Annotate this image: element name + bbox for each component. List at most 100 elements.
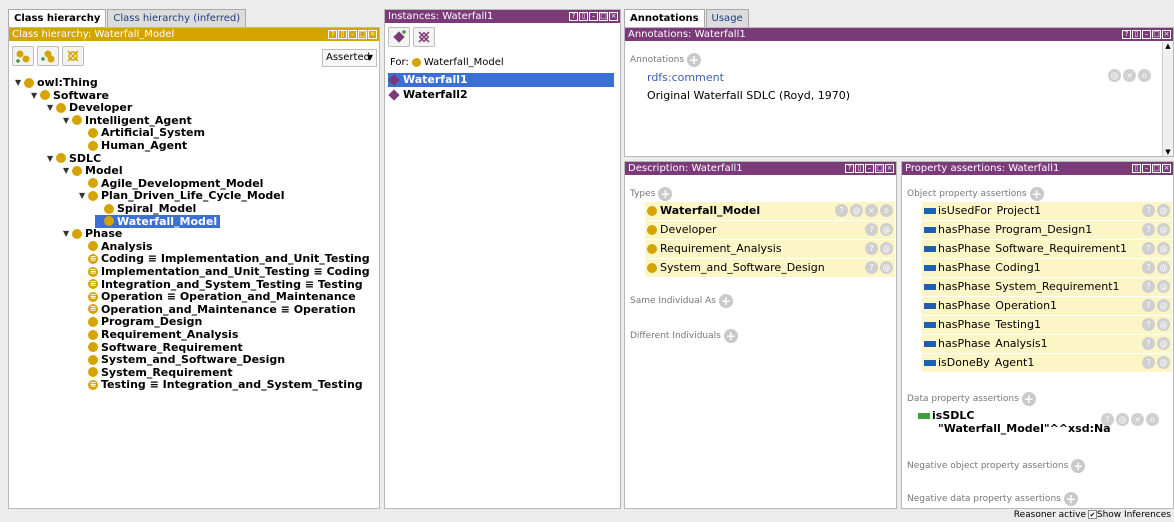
add-different-individual-button[interactable]: +: [723, 329, 738, 343]
help-button[interactable]: ?: [328, 30, 337, 39]
tab-class-hierarchy[interactable]: Class hierarchy: [8, 9, 107, 27]
tree-node[interactable]: ≡ Operation_and_Maintenance ≡ Operation: [79, 303, 356, 316]
object-property-explain-button[interactable]: ?: [1142, 318, 1155, 331]
tree-node[interactable]: ▼ Intelligent_Agent: [63, 114, 192, 127]
show-inferences-checkbox[interactable]: ✔: [1088, 510, 1097, 519]
object-property-row[interactable]: hasPhase Coding1? @: [922, 259, 1172, 277]
maximize-button[interactable]: □: [358, 30, 367, 39]
asserted-dropdown[interactable]: Asserted ▼: [322, 49, 377, 67]
close-button[interactable]: ×: [1162, 164, 1171, 173]
tree-node[interactable]: System_Requirement: [79, 366, 233, 379]
expand-toggle-icon[interactable]: ▼: [15, 76, 24, 89]
tree-node[interactable]: Software_Requirement: [79, 341, 243, 354]
object-property-annotate-button[interactable]: @: [1157, 223, 1170, 236]
minimize-button[interactable]: –: [865, 164, 874, 173]
object-property-row[interactable]: hasPhase System_Requirement1? @: [922, 278, 1172, 296]
tree-node[interactable]: ▼ Plan_Driven_Life_Cycle_Model: [79, 189, 285, 202]
pin-button[interactable]: ▯: [855, 164, 864, 173]
annotation-info-button[interactable]: @: [1108, 69, 1121, 82]
maximize-button[interactable]: □: [599, 12, 608, 21]
object-property-explain-button[interactable]: ?: [1142, 280, 1155, 293]
delete-class-button[interactable]: [62, 46, 84, 66]
type-row[interactable]: Requirement_Analysis? @: [645, 240, 895, 258]
annotation-property[interactable]: rdfs:comment: [647, 71, 724, 84]
tree-node[interactable]: ≡ Operation ≡ Operation_and_Maintenance: [79, 290, 356, 303]
add-annotation-button[interactable]: +: [687, 53, 702, 67]
type-explain-button[interactable]: ?: [865, 261, 878, 274]
type-explain-button[interactable]: ?: [865, 223, 878, 236]
minimize-button[interactable]: –: [1142, 164, 1151, 173]
object-property-annotate-button[interactable]: @: [1157, 337, 1170, 350]
close-button[interactable]: ×: [885, 164, 894, 173]
minimize-button[interactable]: –: [348, 30, 357, 39]
type-row[interactable]: Developer? @: [645, 221, 895, 239]
instance-item-waterfall2[interactable]: Waterfall2: [388, 88, 614, 102]
type-delete-button[interactable]: ×: [865, 204, 878, 217]
type-row[interactable]: Waterfall_Model? @ × o: [645, 202, 895, 220]
data-property-explain-button[interactable]: ?: [1101, 413, 1114, 426]
tree-node[interactable]: ≡ Integration_and_System_Testing ≡ Testin…: [79, 278, 363, 291]
delete-individual-button[interactable]: [413, 27, 435, 47]
close-button[interactable]: ×: [368, 30, 377, 39]
data-property-edit-button[interactable]: o: [1146, 413, 1159, 426]
object-property-row[interactable]: hasPhase Operation1? @: [922, 297, 1172, 315]
object-property-row[interactable]: isDoneBy Agent1? @: [922, 354, 1172, 372]
object-property-annotate-button[interactable]: @: [1157, 204, 1170, 217]
type-explain-button[interactable]: ?: [865, 242, 878, 255]
data-property-delete-button[interactable]: ×: [1131, 413, 1144, 426]
object-property-row[interactable]: hasPhase Program_Design1? @: [922, 221, 1172, 239]
maximize-button[interactable]: □: [875, 164, 884, 173]
expand-toggle-icon[interactable]: ▼: [79, 189, 88, 202]
object-property-annotate-button[interactable]: @: [1157, 280, 1170, 293]
object-property-row[interactable]: hasPhase Testing1? @: [922, 316, 1172, 334]
tree-node[interactable]: ≡ Implementation_and_Unit_Testing ≡ Codin…: [79, 265, 370, 278]
expand-toggle-icon[interactable]: ▼: [63, 227, 72, 240]
add-negative-object-property-button[interactable]: +: [1071, 459, 1086, 473]
tab-usage[interactable]: Usage: [705, 9, 749, 27]
type-edit-button[interactable]: o: [880, 204, 893, 217]
expand-toggle-icon[interactable]: ▼: [63, 114, 72, 127]
minimize-button[interactable]: –: [1142, 30, 1151, 39]
close-button[interactable]: ×: [1162, 30, 1171, 39]
add-data-property-button[interactable]: +: [1021, 392, 1036, 406]
pin-button[interactable]: ▯: [579, 12, 588, 21]
object-property-explain-button[interactable]: ?: [1142, 261, 1155, 274]
tree-node[interactable]: ▼ Model: [63, 164, 123, 177]
help-button[interactable]: ?: [845, 164, 854, 173]
tree-node[interactable]: ▼ SDLC: [47, 152, 101, 165]
tree-node[interactable]: Analysis: [79, 240, 153, 253]
object-property-row[interactable]: isUsedFor Project1? @: [922, 202, 1172, 220]
help-button[interactable]: ?: [1122, 30, 1131, 39]
tree-node[interactable]: ▼ Phase: [63, 227, 122, 240]
add-sibling-button[interactable]: [37, 46, 59, 66]
pin-button[interactable]: ▯: [338, 30, 347, 39]
object-property-row[interactable]: hasPhase Software_Requirement1? @: [922, 240, 1172, 258]
object-property-annotate-button[interactable]: @: [1157, 242, 1170, 255]
object-property-explain-button[interactable]: ?: [1142, 356, 1155, 369]
expand-toggle-icon[interactable]: ▼: [63, 164, 72, 177]
object-property-annotate-button[interactable]: @: [1157, 261, 1170, 274]
add-individual-button[interactable]: [388, 27, 410, 47]
tree-node[interactable]: System_and_Software_Design: [79, 353, 285, 366]
close-button[interactable]: ×: [609, 12, 618, 21]
add-negative-data-property-button[interactable]: +: [1063, 492, 1078, 506]
maximize-button[interactable]: □: [1152, 30, 1161, 39]
tree-node[interactable]: Program_Design: [79, 315, 202, 328]
tree-node[interactable]: Waterfall_Model: [95, 214, 221, 228]
tab-annotations[interactable]: Annotations: [624, 9, 705, 27]
annotation-delete-button[interactable]: ×: [1123, 69, 1136, 82]
instance-item-waterfall1[interactable]: Waterfall1: [388, 73, 614, 87]
object-property-explain-button[interactable]: ?: [1142, 204, 1155, 217]
annotation-edit-button[interactable]: o: [1138, 69, 1151, 82]
pin-button[interactable]: ▯: [1132, 164, 1141, 173]
object-property-explain-button[interactable]: ?: [1142, 223, 1155, 236]
tree-node[interactable]: ▼ owl:Thing: [15, 76, 98, 89]
tree-node[interactable]: Agile_Development_Model: [79, 177, 263, 190]
add-subclass-button[interactable]: [12, 46, 34, 66]
type-annotate-button[interactable]: @: [880, 261, 893, 274]
pin-button[interactable]: ▯: [1132, 30, 1141, 39]
add-object-property-button[interactable]: +: [1029, 187, 1044, 201]
object-property-annotate-button[interactable]: @: [1157, 299, 1170, 312]
data-property-row[interactable]: isSDLC "Waterfall_Model"^^xsd:Na: [918, 409, 1111, 435]
tree-node[interactable]: Spiral_Model: [95, 202, 196, 215]
